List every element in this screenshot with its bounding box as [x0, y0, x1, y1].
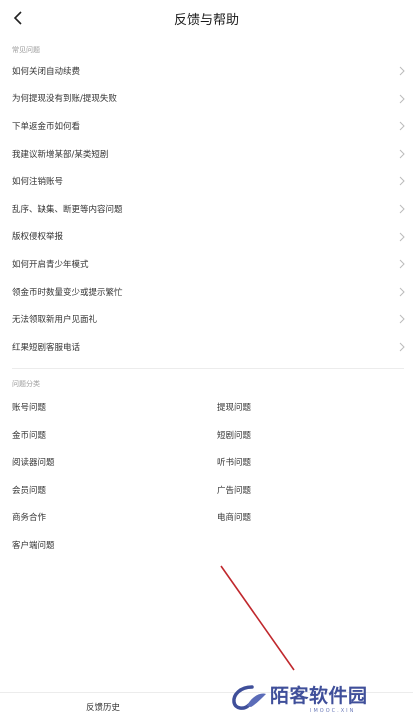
page-title: 反馈与帮助: [173, 13, 239, 28]
faq-item-label: 下单返金币如何看: [12, 121, 81, 132]
faq-item[interactable]: 下单返金币如何看: [0, 112, 413, 140]
faq-item-label: 版权侵权举报: [12, 232, 64, 243]
faq-item[interactable]: 无法领取新用户见面礼: [0, 305, 413, 333]
faq-item[interactable]: 如何关闭自动续费: [0, 57, 413, 85]
faq-item[interactable]: 领金币时数量变少或提示繁忙: [0, 278, 413, 306]
faq-item[interactable]: 版权侵权举报: [0, 223, 413, 251]
faq-list: 如何关闭自动续费 为何提现没有到账/提现失败 下单返金币如何看 我建议新增某部/…: [0, 57, 413, 361]
chevron-right-icon: [399, 121, 405, 131]
faq-item-label: 无法领取新用户见面礼: [12, 315, 98, 326]
faq-item-label: 红果短剧客服电话: [12, 342, 81, 353]
category-item[interactable]: 账号问题: [12, 401, 46, 413]
chevron-right-icon: [399, 66, 405, 76]
watermark-text: 陌客软件园: [270, 685, 368, 707]
category-item[interactable]: 客户端问题: [12, 539, 55, 551]
watermark-logo-icon: [232, 685, 266, 710]
category-item[interactable]: 金币问题: [12, 429, 46, 441]
category-item[interactable]: 电商问题: [217, 511, 251, 523]
section-divider: [12, 368, 404, 369]
category-item[interactable]: 阅读器问题: [12, 456, 55, 468]
header: 反馈与帮助: [0, 0, 413, 36]
faq-item-label: 如何关闭自动续费: [12, 66, 81, 77]
chevron-right-icon: [399, 342, 405, 352]
faq-item[interactable]: 如何注销账号: [0, 167, 413, 195]
faq-section-label: 常见问题: [12, 46, 40, 54]
faq-item-label: 如何开启青少年模式: [12, 259, 89, 270]
faq-item[interactable]: 红果短剧客服电话: [0, 333, 413, 361]
chevron-right-icon: [399, 204, 405, 214]
faq-item-label: 我建议新增某部/某类短剧: [12, 149, 109, 160]
faq-item[interactable]: 乱序、缺集、断更等内容问题: [0, 195, 413, 223]
faq-item[interactable]: 如何开启青少年模式: [0, 250, 413, 278]
chevron-right-icon: [399, 287, 405, 297]
faq-item[interactable]: 我建议新增某部/某类短剧: [0, 140, 413, 168]
chevron-right-icon: [399, 314, 405, 324]
chevron-right-icon: [399, 259, 405, 269]
category-item[interactable]: 听书问题: [217, 456, 251, 468]
chevron-right-icon: [399, 177, 405, 186]
chevron-right-icon: [399, 149, 405, 159]
chevron-right-icon: [399, 94, 405, 103]
category-item[interactable]: 商务合作: [12, 511, 46, 523]
faq-item-label: 领金币时数量变少或提示繁忙: [12, 287, 123, 298]
chevron-right-icon: [399, 232, 405, 241]
category-item[interactable]: 短剧问题: [217, 429, 251, 441]
category-section-label: 问题分类: [12, 380, 40, 388]
faq-item-label: 乱序、缺集、断更等内容问题: [12, 204, 123, 215]
category-item[interactable]: 提现问题: [217, 401, 251, 413]
faq-item[interactable]: 为何提现没有到账/提现失败: [0, 85, 413, 113]
feedback-history-button[interactable]: 反馈历史: [0, 693, 206, 720]
category-item[interactable]: 广告问题: [217, 484, 251, 496]
watermark: 陌客软件园 IMOOC.XIN: [230, 678, 410, 720]
faq-item-label: 为何提现没有到账/提现失败: [12, 94, 117, 105]
watermark-subtext: IMOOC.XIN: [310, 708, 356, 714]
faq-item-label: 如何注销账号: [12, 177, 64, 188]
category-item[interactable]: 会员问题: [12, 484, 46, 496]
